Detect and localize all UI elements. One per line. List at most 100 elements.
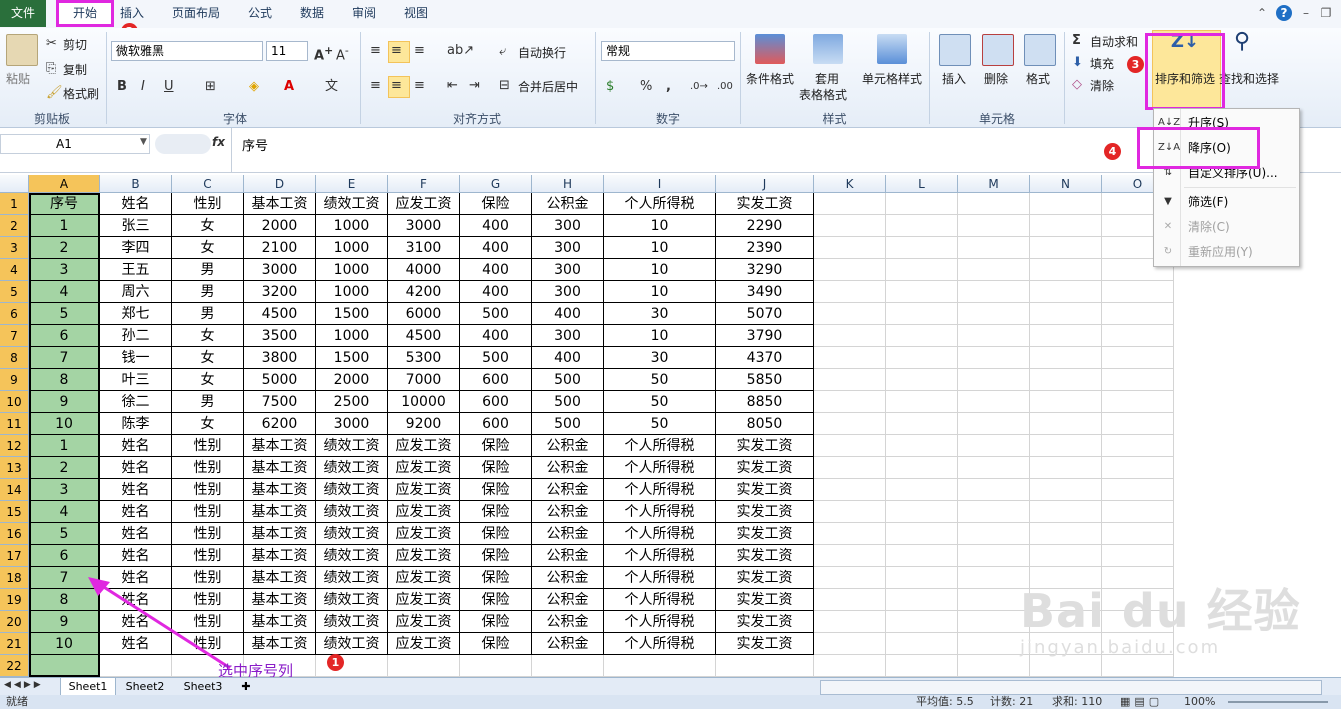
cell-o13[interactable]: [1102, 457, 1174, 479]
column-header-c[interactable]: C: [172, 175, 244, 193]
cell-b9[interactable]: 叶三: [100, 369, 172, 391]
cell-l22[interactable]: [886, 655, 958, 677]
format-as-table-icon[interactable]: [813, 34, 843, 64]
cell-d19[interactable]: 基本工资: [244, 589, 316, 611]
cell-a5[interactable]: 4: [29, 281, 100, 303]
cell-a7[interactable]: 6: [29, 325, 100, 347]
cell-c9[interactable]: 女: [172, 369, 244, 391]
cell-c16[interactable]: 性别: [172, 523, 244, 545]
cell-f22[interactable]: [388, 655, 460, 677]
view-buttons-icon[interactable]: ▦▤▢: [1120, 695, 1163, 709]
cell-b11[interactable]: 陈李: [100, 413, 172, 435]
wrap-text-button[interactable]: 自动换行: [518, 44, 566, 61]
cell-d17[interactable]: 基本工资: [244, 545, 316, 567]
cell-l13[interactable]: [886, 457, 958, 479]
cell-g6[interactable]: 500: [460, 303, 532, 325]
cell-h8[interactable]: 400: [532, 347, 604, 369]
cell-h7[interactable]: 300: [532, 325, 604, 347]
cell-e3[interactable]: 1000: [316, 237, 388, 259]
cell-h4[interactable]: 300: [532, 259, 604, 281]
cell-e17[interactable]: 绩效工资: [316, 545, 388, 567]
paste-icon[interactable]: [6, 34, 38, 66]
find-select-button[interactable]: 查找和选择: [1219, 70, 1279, 87]
cell-styles-button[interactable]: 单元格样式: [862, 70, 922, 87]
cell-g3[interactable]: 400: [460, 237, 532, 259]
cell-c1[interactable]: 性别: [172, 193, 244, 215]
cell-i6[interactable]: 30: [604, 303, 716, 325]
cell-k21[interactable]: [814, 633, 886, 655]
cell-n11[interactable]: [1030, 413, 1102, 435]
cell-c13[interactable]: 性别: [172, 457, 244, 479]
cell-m6[interactable]: [958, 303, 1030, 325]
cell-l21[interactable]: [886, 633, 958, 655]
cell-l7[interactable]: [886, 325, 958, 347]
cell-e11[interactable]: 3000: [316, 413, 388, 435]
increase-decimal-icon[interactable]: .0→: [690, 79, 708, 95]
tab-view[interactable]: 视图: [396, 0, 436, 27]
cell-b6[interactable]: 郑七: [100, 303, 172, 325]
insert-sheet-icon[interactable]: ✚: [236, 678, 256, 695]
cell-k17[interactable]: [814, 545, 886, 567]
decrease-indent-icon[interactable]: ⇤: [447, 78, 458, 94]
align-right-icon[interactable]: ≡: [414, 78, 425, 94]
cell-e6[interactable]: 1500: [316, 303, 388, 325]
menu-item-filter[interactable]: ▼ 筛选(F): [1154, 190, 1299, 214]
cell-m15[interactable]: [958, 501, 1030, 523]
cell-f16[interactable]: 应发工资: [388, 523, 460, 545]
row-header-5[interactable]: 5: [0, 281, 29, 303]
cell-e10[interactable]: 2500: [316, 391, 388, 413]
cell-c12[interactable]: 性别: [172, 435, 244, 457]
cell-g20[interactable]: 保险: [460, 611, 532, 633]
cell-h3[interactable]: 300: [532, 237, 604, 259]
cell-e8[interactable]: 1500: [316, 347, 388, 369]
cell-k4[interactable]: [814, 259, 886, 281]
cell-a6[interactable]: 5: [29, 303, 100, 325]
cell-j2[interactable]: 2290: [716, 215, 814, 237]
row-header-9[interactable]: 9: [0, 369, 29, 391]
cell-f3[interactable]: 3100: [388, 237, 460, 259]
cell-k7[interactable]: [814, 325, 886, 347]
cell-h2[interactable]: 300: [532, 215, 604, 237]
format-as-table-label-2[interactable]: 表格格式: [799, 86, 847, 103]
cell-e19[interactable]: 绩效工资: [316, 589, 388, 611]
cell-g12[interactable]: 保险: [460, 435, 532, 457]
cell-k11[interactable]: [814, 413, 886, 435]
cell-h16[interactable]: 公积金: [532, 523, 604, 545]
sheet-tab-3[interactable]: Sheet3: [176, 678, 230, 695]
fill-icon[interactable]: ⬇: [1072, 55, 1083, 71]
cell-g7[interactable]: 400: [460, 325, 532, 347]
delete-cells-icon[interactable]: [982, 34, 1014, 66]
cell-b3[interactable]: 李四: [100, 237, 172, 259]
cell-f21[interactable]: 应发工资: [388, 633, 460, 655]
cell-l5[interactable]: [886, 281, 958, 303]
cell-j1[interactable]: 实发工资: [716, 193, 814, 215]
column-header-j[interactable]: J: [716, 175, 814, 193]
cell-c2[interactable]: 女: [172, 215, 244, 237]
sheet-nav-icon[interactable]: ◀◀▶▶: [4, 680, 44, 690]
sheet-tab-1[interactable]: Sheet1: [60, 678, 116, 696]
copy-icon[interactable]: ⎘: [46, 61, 56, 77]
cell-d15[interactable]: 基本工资: [244, 501, 316, 523]
cell-j5[interactable]: 3490: [716, 281, 814, 303]
cut-icon[interactable]: ✂: [46, 36, 57, 52]
cell-a4[interactable]: 3: [29, 259, 100, 281]
cell-m9[interactable]: [958, 369, 1030, 391]
column-header-f[interactable]: F: [388, 175, 460, 193]
cell-h21[interactable]: 公积金: [532, 633, 604, 655]
cell-i3[interactable]: 10: [604, 237, 716, 259]
cell-f19[interactable]: 应发工资: [388, 589, 460, 611]
cell-g15[interactable]: 保险: [460, 501, 532, 523]
cell-l18[interactable]: [886, 567, 958, 589]
cell-a10[interactable]: 9: [29, 391, 100, 413]
cell-o10[interactable]: [1102, 391, 1174, 413]
cell-f1[interactable]: 应发工资: [388, 193, 460, 215]
cell-a12[interactable]: 1: [29, 435, 100, 457]
column-header-l[interactable]: L: [886, 175, 958, 193]
cell-a11[interactable]: 10: [29, 413, 100, 435]
orientation-icon[interactable]: ab↗: [447, 43, 474, 59]
percent-button[interactable]: %: [640, 79, 652, 95]
cell-b1[interactable]: 姓名: [100, 193, 172, 215]
cell-f4[interactable]: 4000: [388, 259, 460, 281]
comma-button[interactable]: ,: [666, 79, 671, 95]
cell-j18[interactable]: 实发工资: [716, 567, 814, 589]
